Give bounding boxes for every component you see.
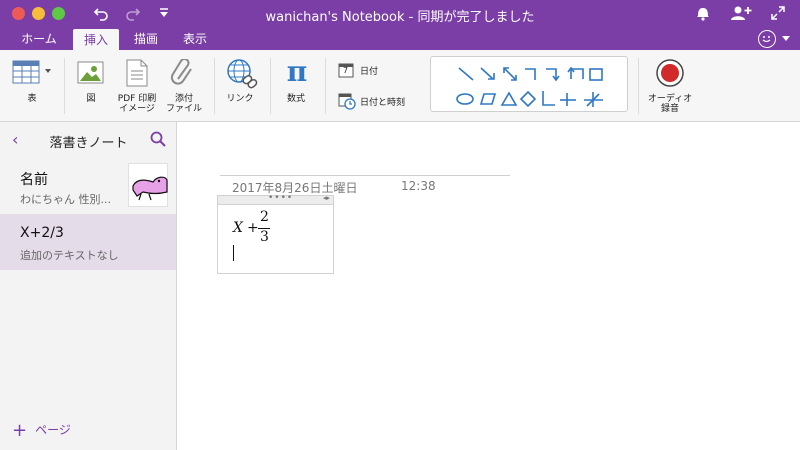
page-canvas[interactable]: 2017年8月26日土曜日 12:38 •••• ◂▸ X + 2 3 <box>177 122 800 450</box>
page-date: 2017年8月26日土曜日 <box>232 181 358 195</box>
divider <box>270 58 271 114</box>
notifications-bell-icon[interactable] <box>695 4 711 28</box>
audio-label-line1: オーディオ <box>647 94 693 104</box>
date-time-label: 日付と時刻 <box>360 98 406 108</box>
equation-denominator: 3 <box>260 229 269 245</box>
page-title: X+2/3 <box>20 225 64 241</box>
date-label: 日付 <box>360 67 379 77</box>
double-arrow-shape-icon[interactable] <box>503 67 517 81</box>
insert-ribbon: 表 図 PDF 印刷 イメージ 添付 ファイル リンク π 数式 7 日付 日付… <box>0 50 800 122</box>
tab-insert[interactable]: 挿入 <box>73 29 119 50</box>
page-title: 名前 <box>20 172 48 188</box>
chevron-down-icon[interactable] <box>782 36 790 41</box>
calendar-day: 7 <box>343 66 349 75</box>
ribbon-tabs: ホーム 挿入 描画 表示 <box>0 28 800 50</box>
resize-arrows-icon[interactable]: ◂▸ <box>323 194 330 202</box>
text-caret <box>233 245 234 261</box>
insert-link-button[interactable] <box>226 58 258 90</box>
tab-home[interactable]: ホーム <box>10 28 68 50</box>
table-label: 表 <box>27 94 37 104</box>
link-label: リンク <box>226 94 254 104</box>
shapes-gallery <box>430 56 628 112</box>
page-preview-text: わにちゃん 性別... <box>20 193 111 206</box>
page-title-underline <box>220 175 510 176</box>
link-globe-icon <box>227 59 258 89</box>
xy-axis-icon[interactable] <box>542 91 555 106</box>
onenote-window: wanichan's Notebook - 同期が完了しました ホーム 挿入 描… <box>0 0 800 450</box>
cross-axis-icon[interactable] <box>560 93 576 106</box>
page-list-item[interactable]: X+2/3 追加のテキストなし <box>0 214 176 270</box>
rectangle-shape-icon[interactable] <box>589 68 603 81</box>
elbow-arrow-icon[interactable] <box>546 68 560 82</box>
page-list-item[interactable]: 名前 わにちゃん 性別... <box>0 158 176 214</box>
insert-equation-button[interactable]: π <box>281 56 313 88</box>
title-bar: wanichan's Notebook - 同期が完了しました <box>0 0 800 28</box>
plus-icon: + <box>12 420 28 441</box>
page-thumbnail <box>128 163 168 207</box>
page-time: 12:38 <box>401 179 436 193</box>
divider <box>64 58 65 114</box>
line-shape-icon[interactable] <box>458 67 474 81</box>
share-add-person-icon[interactable] <box>730 4 752 28</box>
pi-icon: π <box>286 55 308 88</box>
divider <box>325 58 326 114</box>
fullscreen-expand-icon[interactable] <box>770 4 786 28</box>
arrow-shape-icon[interactable] <box>480 67 495 80</box>
xyz-axis-icon[interactable] <box>584 92 603 107</box>
table-icon <box>12 60 40 84</box>
tab-view[interactable]: 表示 <box>172 28 218 50</box>
paperclip-icon <box>170 58 192 85</box>
window-title: wanichan's Notebook - 同期が完了しました <box>265 10 535 25</box>
insert-date-time-button[interactable]: 日付と時刻 <box>338 92 418 110</box>
add-page-button[interactable]: + ページ <box>12 420 71 441</box>
ellipse-shape-icon[interactable] <box>456 93 474 105</box>
pdf-printout-icon <box>126 59 148 87</box>
tab-draw[interactable]: 描画 <box>124 28 168 50</box>
add-page-label: ページ <box>35 423 71 437</box>
insert-pdf-printout-button[interactable] <box>124 59 150 89</box>
record-audio-button[interactable] <box>655 58 685 88</box>
page-preview-text: 追加のテキストなし <box>20 249 119 262</box>
triangle-shape-icon[interactable] <box>500 91 518 106</box>
drag-dots-icon: •••• <box>268 193 294 203</box>
equation-label: 数式 <box>286 94 305 104</box>
picture-icon <box>77 61 104 84</box>
chevron-down-icon[interactable] <box>45 69 51 73</box>
note-container[interactable]: •••• ◂▸ X + 2 3 <box>217 193 334 274</box>
audio-label-line2: 録音 <box>660 104 679 114</box>
sidebar-header: ‹ 落書きノート <box>0 122 177 158</box>
equation-operator: + <box>247 220 259 236</box>
diamond-shape-icon[interactable] <box>519 90 537 108</box>
equation-variable: X <box>233 220 243 236</box>
record-icon <box>656 59 684 87</box>
attach-file-button[interactable] <box>170 58 196 89</box>
pages-sidebar: ‹ 落書きノート 名前 わにちゃん 性別... X+2/3 追加のテキストなし … <box>0 122 177 450</box>
parallelogram-shape-icon[interactable] <box>479 93 497 105</box>
equation-numerator: 2 <box>260 209 269 225</box>
divider <box>638 58 639 114</box>
attach-file-label-line2: ファイル <box>165 104 202 114</box>
calendar-clock-icon <box>338 93 356 110</box>
search-icon[interactable] <box>150 131 166 151</box>
attach-file-label-line1: 添付 <box>174 94 193 104</box>
insert-date-button[interactable]: 7 日付 <box>338 62 418 80</box>
elbow-double-arrow-icon[interactable] <box>567 66 584 79</box>
insert-picture-button[interactable] <box>77 60 105 88</box>
container-drag-handle[interactable]: •••• ◂▸ <box>218 193 333 205</box>
divider <box>214 58 215 114</box>
elbow-connector-icon[interactable] <box>525 68 536 80</box>
feedback-smiley-icon[interactable] <box>758 30 776 48</box>
